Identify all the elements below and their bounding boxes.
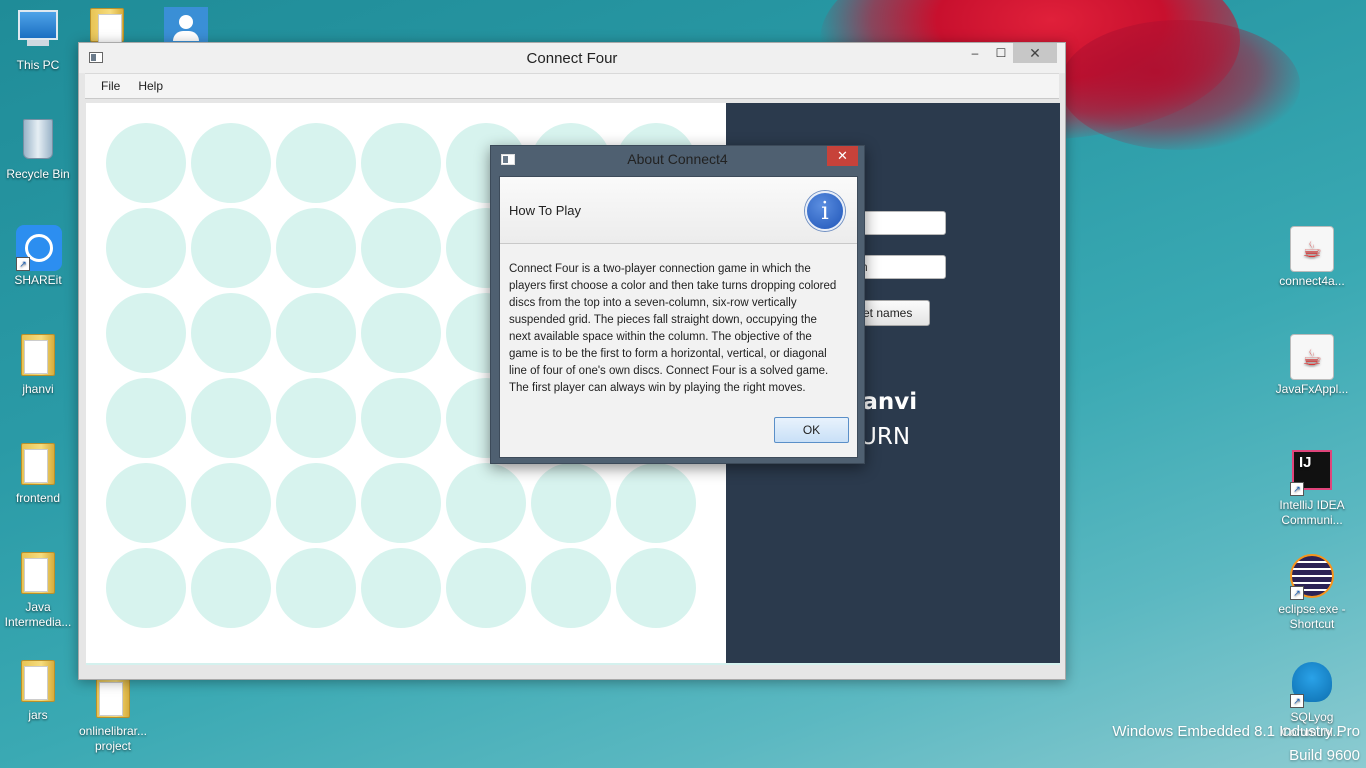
shortcut-arrow-icon: ↗ — [1290, 694, 1304, 708]
board-cell[interactable] — [191, 548, 271, 628]
menu-help[interactable]: Help — [129, 74, 172, 98]
board-cell[interactable] — [531, 548, 611, 628]
windows-watermark: Windows Embedded 8.1 Industry Pro Build … — [1112, 720, 1360, 768]
maximize-button[interactable]: ☐ — [987, 43, 1015, 64]
desktop-icon-label: Java Intermedia... — [4, 600, 72, 629]
desktop-icon-label: Recycle Bin — [6, 167, 70, 181]
desktop-icon-onlinelibrary-project[interactable]: onlinelibrar... project — [74, 676, 152, 754]
java-jar-icon: ☕ — [1290, 226, 1334, 272]
board-cell[interactable] — [616, 463, 696, 543]
desktop-icon-label: SHAREit — [14, 273, 62, 287]
folder-icon — [16, 334, 60, 378]
desktop-icon-shareit[interactable]: ↗ SHAREit — [0, 225, 76, 288]
board-cell[interactable] — [106, 463, 186, 543]
dialog-close-button[interactable]: ✕ — [827, 146, 858, 166]
desktop-icon-label: eclipse.exe - Shortcut — [1278, 602, 1346, 631]
board-cell[interactable] — [191, 293, 271, 373]
desktop-icon-eclipse[interactable]: ↗ eclipse.exe - Shortcut — [1272, 554, 1352, 632]
board-cell[interactable] — [446, 463, 526, 543]
shortcut-arrow-icon: ↗ — [16, 257, 30, 271]
board-cell[interactable] — [191, 463, 271, 543]
board-cell[interactable] — [361, 378, 441, 458]
board-cell[interactable] — [106, 208, 186, 288]
board-cell[interactable] — [361, 293, 441, 373]
dialog-header-text: How To Play — [509, 203, 582, 218]
shareit-icon: ↗ — [16, 225, 62, 271]
watermark-edition: Windows Embedded 8.1 Industry Pro — [1112, 723, 1360, 740]
board-cell[interactable] — [191, 208, 271, 288]
computer-icon — [16, 10, 60, 54]
wallpaper-flower-petal — [1060, 20, 1300, 150]
desktop-icon-jhanvi[interactable]: jhanvi — [0, 334, 76, 397]
window-titlebar[interactable]: Connect Four – ☐ ✕ — [79, 43, 1065, 73]
info-icon: i — [805, 191, 845, 231]
folder-icon — [16, 552, 60, 596]
board-cell[interactable] — [191, 378, 271, 458]
desktop-icon-jars[interactable]: jars — [0, 660, 76, 723]
intellij-icon: IJ ↗ — [1290, 450, 1334, 496]
window-title: Connect Four — [526, 50, 618, 67]
desktop-icon-label: connect4a... — [1279, 274, 1345, 288]
desktop-icon-java-intermediate[interactable]: Java Intermedia... — [0, 552, 76, 630]
desktop-icon-label: onlinelibrar... project — [78, 724, 148, 753]
board-cell[interactable] — [361, 548, 441, 628]
desktop-icon-folder-partial[interactable] — [90, 8, 124, 42]
folder-icon — [91, 676, 135, 720]
ok-button[interactable]: OK — [774, 417, 849, 443]
minimize-button[interactable]: – — [961, 43, 989, 64]
board-cell[interactable] — [276, 123, 356, 203]
board-cell[interactable] — [361, 463, 441, 543]
menu-file[interactable]: File — [85, 74, 129, 98]
dialog-body: How To Play i Connect Four is a two-play… — [499, 176, 858, 458]
dolphin-icon: ↗ — [1290, 662, 1334, 708]
desktop-icon-javafx-app[interactable]: ☕ JavaFxAppl... — [1272, 334, 1352, 397]
desktop-icon-connect4-jar[interactable]: ☕ connect4a... — [1272, 226, 1352, 289]
desktop-icon-label: frontend — [15, 491, 61, 505]
board-cell[interactable] — [276, 293, 356, 373]
desktop-icon-label: IntelliJ IDEA Communi... — [1279, 498, 1345, 527]
folder-icon — [16, 660, 60, 704]
user-icon[interactable] — [164, 7, 208, 43]
board-cell[interactable] — [106, 548, 186, 628]
dialog-header: How To Play i — [500, 177, 857, 244]
board-cell[interactable] — [276, 463, 356, 543]
java-jar-icon: ☕ — [1290, 334, 1334, 380]
board-cell[interactable] — [446, 548, 526, 628]
board-cell[interactable] — [276, 378, 356, 458]
player-two-name-field[interactable]: n — [852, 255, 946, 279]
desktop-icon-label: jars — [28, 708, 48, 722]
desktop-icon-label: JavaFxAppl... — [1275, 382, 1349, 396]
desktop-icon-label: This PC — [16, 58, 60, 72]
desktop-icon-frontend[interactable]: frontend — [0, 443, 76, 506]
board-cell[interactable] — [106, 378, 186, 458]
board-cell[interactable] — [276, 548, 356, 628]
shortcut-arrow-icon: ↗ — [1290, 586, 1304, 600]
recycle-bin-icon — [16, 119, 60, 163]
board-cell[interactable] — [361, 123, 441, 203]
board-cell[interactable] — [276, 208, 356, 288]
desktop-icon-recycle-bin[interactable]: Recycle Bin — [0, 117, 76, 182]
player-one-name-field[interactable] — [852, 211, 946, 235]
about-dialog: About Connect4 ✕ How To Play i Connect F… — [490, 145, 865, 464]
board-cell[interactable] — [191, 123, 271, 203]
desktop-icon-intellij[interactable]: IJ ↗ IntelliJ IDEA Communi... — [1272, 448, 1352, 528]
close-button[interactable]: ✕ — [1013, 43, 1057, 63]
eclipse-icon: ↗ — [1290, 554, 1334, 600]
dialog-title: About Connect4 — [627, 151, 728, 167]
desktop-icon-this-pc[interactable]: This PC — [0, 8, 76, 73]
board-cell[interactable] — [361, 208, 441, 288]
dialog-content-text: Connect Four is a two-player connection … — [509, 263, 837, 394]
board-cell[interactable] — [106, 293, 186, 373]
watermark-build: Build 9600 — [1289, 747, 1360, 764]
desktop-icon-label: jhanvi — [22, 382, 54, 396]
board-cell[interactable] — [531, 463, 611, 543]
board-cell[interactable] — [106, 123, 186, 203]
board-cell[interactable] — [616, 548, 696, 628]
folder-icon — [16, 443, 60, 487]
menu-bar: File Help — [85, 73, 1059, 99]
shortcut-arrow-icon: ↗ — [1290, 482, 1304, 496]
